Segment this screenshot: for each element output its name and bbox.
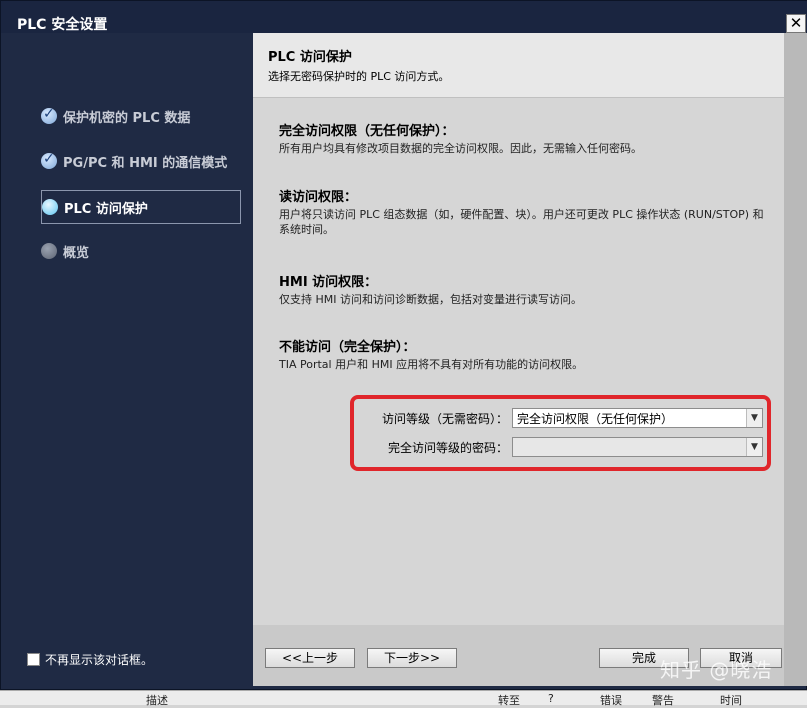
title-bar: PLC 安全设置 ✕ <box>1 1 807 33</box>
prev-button[interactable]: <<上一步 <box>265 648 355 668</box>
column-errors[interactable]: 错误 <box>600 692 622 708</box>
section-description: 仅支持 HMI 访问和访问诊断数据，包括对变量进行读写访问。 <box>279 293 582 306</box>
main-content: PLC 访问保护 选择无密码保护时的 PLC 访问方式。 完全访问权限（无任何保… <box>253 33 784 686</box>
status-bar: 描述 转至 ? 错误 警告 时间 <box>0 690 807 708</box>
access-level-select[interactable]: 完全访问权限（无任何保护） ▼ <box>512 408 763 428</box>
access-level-form: 访问等级（无需密码）： 完全访问权限（无任何保护） ▼ 完全访问等级的密码： ▼ <box>350 395 771 471</box>
password-label: 完全访问等级的密码： <box>387 441 508 455</box>
background-window-edge <box>784 33 807 686</box>
step-label: PLC 访问保护 <box>64 201 148 217</box>
content-header: PLC 访问保护 选择无密码保护时的 PLC 访问方式。 <box>253 33 784 98</box>
column-help[interactable]: ? <box>548 692 554 705</box>
watermark-text: 知乎 @晓浩 <box>660 658 773 682</box>
access-level-value: 完全访问权限（无任何保护） <box>517 412 674 426</box>
completed-check-icon <box>41 151 57 169</box>
access-level-hmi: HMI 访问权限： 仅支持 HMI 访问和访问诊断数据，包括对变量进行读写访问。 <box>279 274 769 307</box>
dont-show-checkbox[interactable] <box>27 653 40 666</box>
column-time[interactable]: 时间 <box>720 692 742 708</box>
step-plc-access-protection[interactable]: PLC 访问保护 <box>41 190 241 224</box>
current-step-icon <box>42 199 58 215</box>
step-label: PG/PC 和 HMI 的通信模式 <box>63 155 228 171</box>
chevron-down-icon[interactable]: ▼ <box>746 409 762 427</box>
access-level-read: 读访问权限： 用户将只读访问 PLC 组态数据（如，硬件配置、块）。用户还可更改… <box>279 189 769 237</box>
completed-check-icon <box>41 106 57 124</box>
chevron-down-icon: ▼ <box>746 438 762 456</box>
access-level-none: 不能访问（完全保护）： TIA Portal 用户和 HMI 应用将不具有对所有… <box>279 339 769 372</box>
access-level-label: 访问等级（无需密码）： <box>381 412 508 426</box>
page-subtitle: 选择无密码保护时的 PLC 访问方式。 <box>268 70 450 83</box>
pending-step-icon <box>41 243 57 259</box>
dialog-title: PLC 安全设置 <box>17 17 108 33</box>
password-field: ▼ <box>512 437 763 457</box>
access-level-full: 完全访问权限（无任何保护）： 所有用户均具有修改项目数据的完全访问权限。因此，无… <box>279 123 769 156</box>
column-warnings[interactable]: 警告 <box>652 692 674 708</box>
dont-show-again-option[interactable]: 不再显示该对话框。 <box>27 651 153 668</box>
step-label: 概览 <box>63 245 90 261</box>
step-overview[interactable]: 概览 <box>41 234 241 268</box>
step-label: 保护机密的 PLC 数据 <box>63 110 191 126</box>
step-protect-confidential-data[interactable]: 保护机密的 PLC 数据 <box>41 99 241 133</box>
column-description[interactable]: 描述 <box>146 692 168 708</box>
close-button[interactable]: ✕ <box>786 14 806 33</box>
step-communication-mode[interactable]: PG/PC 和 HMI 的通信模式 <box>41 144 255 178</box>
section-description: 所有用户均具有修改项目数据的完全访问权限。因此，无需输入任何密码。 <box>279 142 642 155</box>
section-title: 不能访问（完全保护）： <box>279 340 416 355</box>
next-button[interactable]: 下一步>> <box>367 648 457 668</box>
wizard-steps-sidebar: 保护机密的 PLC 数据 PG/PC 和 HMI 的通信模式 PLC 访问保护 … <box>13 33 251 686</box>
section-description: TIA Portal 用户和 HMI 应用将不具有对所有功能的访问权限。 <box>279 358 584 371</box>
section-description: 用户将只读访问 PLC 组态数据（如，硬件配置、块）。用户还可更改 PLC 操作… <box>279 208 764 236</box>
column-goto[interactable]: 转至 <box>498 692 520 708</box>
section-title: 完全访问权限（无任何保护）： <box>279 124 455 139</box>
plc-security-dialog: PLC 安全设置 ✕ 保护机密的 PLC 数据 PG/PC 和 HMI 的通信模… <box>0 0 807 690</box>
dont-show-label: 不再显示该对话框。 <box>45 653 154 667</box>
section-title: HMI 访问权限： <box>279 275 378 290</box>
page-title: PLC 访问保护 <box>268 50 352 65</box>
section-title: 读访问权限： <box>279 190 358 205</box>
